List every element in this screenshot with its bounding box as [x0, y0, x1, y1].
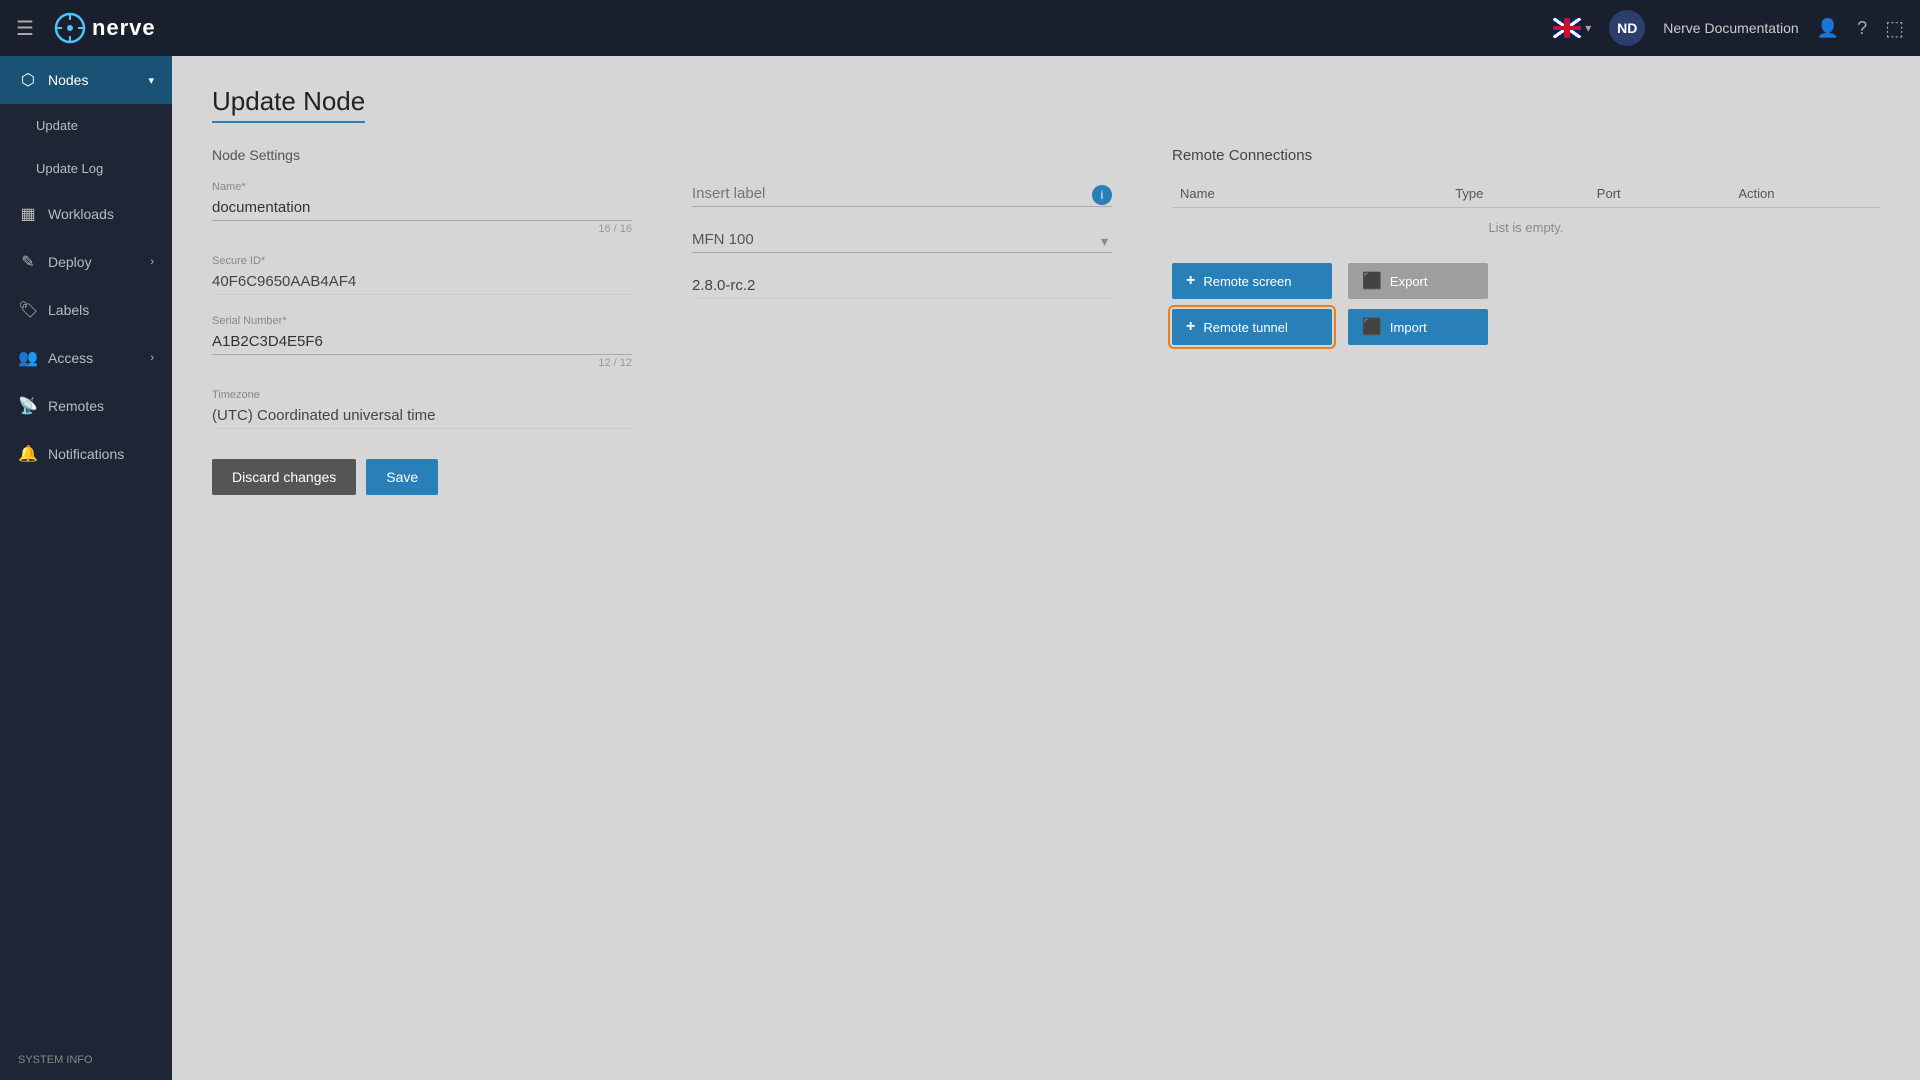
doc-link[interactable]: Nerve Documentation — [1663, 20, 1798, 36]
timezone-label: Timezone — [212, 389, 632, 401]
serial-number-input[interactable] — [212, 329, 632, 355]
timezone-field-group: Timezone (UTC) Coordinated universal tim… — [212, 389, 632, 429]
workloads-icon: ▦ — [18, 204, 38, 224]
sidebar-item-access[interactable]: 👥 Access › — [0, 334, 172, 382]
nodes-icon: ⬡ — [18, 70, 38, 90]
user-icon[interactable]: 👤 — [1817, 18, 1839, 39]
timezone-value: (UTC) Coordinated universal time — [212, 403, 632, 429]
extra-fields-panel: Node Settings i MFN 100 2.8.0-rc.2 — [692, 147, 1112, 495]
sidebar-item-update[interactable]: Update — [0, 104, 172, 147]
form-buttons: Discard changes Save — [212, 459, 632, 495]
serial-number-field-group: Serial Number* 12 / 12 — [212, 315, 632, 369]
version-field-group: 2.8.0-rc.2 — [692, 273, 1112, 299]
discard-button[interactable]: Discard changes — [212, 459, 356, 495]
rc-col-type: Type — [1455, 186, 1589, 201]
export-button[interactable]: ⬛ Export — [1348, 263, 1488, 299]
rc-table-header: Name Type Port Action — [1172, 180, 1880, 208]
sidebar-item-deploy-label: Deploy — [48, 254, 92, 270]
info-icon[interactable]: i — [1092, 185, 1112, 205]
rc-col-port: Port — [1597, 186, 1731, 201]
language-selector[interactable]: ▾ — [1553, 18, 1591, 38]
sidebar-item-workloads[interactable]: ▦ Workloads — [0, 190, 172, 238]
deploy-icon: ✎ — [18, 252, 38, 272]
version-value: 2.8.0-rc.2 — [692, 273, 1112, 299]
rc-row1: + Remote screen ⬛ Export — [1172, 263, 1880, 299]
remote-connections-heading: Remote Connections — [1172, 147, 1880, 164]
name-field-group: Name* 16 / 16 — [212, 181, 632, 235]
remote-tunnel-button[interactable]: + Remote tunnel — [1172, 309, 1332, 345]
remotes-icon: 📡 — [18, 396, 38, 416]
sidebar-item-labels-label: Labels — [48, 302, 89, 318]
content-area: Update Node Node Settings Name* 16 / 16 … — [172, 56, 1920, 1080]
sidebar-item-nodes[interactable]: ⬡ Nodes ▾ — [0, 56, 172, 104]
remote-screen-button[interactable]: + Remote screen — [1172, 263, 1332, 299]
rc-row2: + Remote tunnel ⬛ Import — [1172, 309, 1880, 345]
remote-tunnel-plus-icon: + — [1186, 318, 1195, 336]
node-settings-heading: Node Settings — [212, 147, 632, 163]
sidebar-item-update-label: Update — [36, 118, 78, 133]
export-label: Export — [1390, 274, 1428, 289]
rc-col-action: Action — [1738, 186, 1872, 201]
serial-number-label: Serial Number* — [212, 315, 632, 327]
rc-empty-text: List is empty. — [1172, 212, 1880, 243]
user-avatar[interactable]: ND — [1609, 10, 1645, 46]
model-dropdown[interactable]: MFN 100 — [692, 227, 1112, 253]
deploy-chevron-icon: › — [150, 256, 154, 268]
remote-screen-plus-icon: + — [1186, 272, 1195, 290]
help-icon[interactable]: ? — [1857, 18, 1867, 39]
import-button[interactable]: ⬛ Import — [1348, 309, 1488, 345]
access-chevron-icon: › — [150, 352, 154, 364]
name-hint: 16 / 16 — [212, 223, 632, 235]
sidebar-item-update-log-label: Update Log — [36, 161, 103, 176]
save-button[interactable]: Save — [366, 459, 438, 495]
remote-connections-panel: Remote Connections Name Type Port Action… — [1172, 147, 1880, 495]
sidebar-item-notifications[interactable]: 🔔 Notifications — [0, 430, 172, 478]
notifications-icon: 🔔 — [18, 444, 38, 464]
sidebar-item-remotes[interactable]: 📡 Remotes — [0, 382, 172, 430]
sidebar-item-update-log[interactable]: Update Log — [0, 147, 172, 190]
nodes-chevron-icon: ▾ — [148, 74, 154, 87]
nerve-logo-icon — [54, 12, 86, 44]
secure-id-label: Secure ID* — [212, 255, 632, 267]
node-settings-panel: Node Settings Name* 16 / 16 Secure ID* 4… — [212, 147, 632, 495]
secure-id-value: 40F6C9650AAB4AF4 — [212, 269, 632, 295]
remote-tunnel-label: Remote tunnel — [1203, 320, 1288, 335]
main-layout: ⬡ Nodes ▾ Update Update Log ▦ Workloads … — [0, 56, 1920, 1080]
content-grid: Node Settings Name* 16 / 16 Secure ID* 4… — [212, 147, 1880, 495]
serial-number-hint: 12 / 12 — [212, 357, 632, 369]
access-icon: 👥 — [18, 348, 38, 368]
sidebar-item-notifications-label: Notifications — [48, 446, 124, 462]
name-input[interactable] — [212, 195, 632, 221]
sidebar-item-nodes-label: Nodes — [48, 72, 88, 88]
sidebar-item-workloads-label: Workloads — [48, 206, 114, 222]
topnav: ☰ nerve ▾ ND Nerve Documentation 👤 ? — [0, 0, 1920, 56]
logo-text: nerve — [92, 15, 156, 41]
label-input[interactable] — [692, 181, 1112, 207]
label-field-group: i — [692, 181, 1112, 207]
name-label: Name* — [212, 181, 632, 193]
sidebar-item-access-label: Access — [48, 350, 93, 366]
import-label: Import — [1390, 320, 1427, 335]
labels-icon: 🏷 — [18, 300, 38, 320]
export-icon: ⬛ — [1362, 271, 1382, 291]
page-title: Update Node — [212, 86, 365, 123]
model-field-group: MFN 100 — [692, 227, 1112, 253]
sidebar-item-remotes-label: Remotes — [48, 398, 104, 414]
logo: nerve — [54, 12, 156, 44]
sidebar: ⬡ Nodes ▾ Update Update Log ▦ Workloads … — [0, 56, 172, 1080]
doc-link-text: Nerve Documentation — [1663, 20, 1798, 36]
flag-icon — [1553, 18, 1581, 38]
language-dropdown-arrow: ▾ — [1585, 21, 1591, 35]
secure-id-field-group: Secure ID* 40F6C9650AAB4AF4 — [212, 255, 632, 295]
remote-screen-label: Remote screen — [1203, 274, 1291, 289]
sidebar-item-labels[interactable]: 🏷 Labels — [0, 286, 172, 334]
system-info[interactable]: SYSTEM INFO — [0, 1040, 172, 1080]
hamburger-icon[interactable]: ☰ — [16, 16, 34, 41]
topnav-right: ▾ ND Nerve Documentation 👤 ? ⬚ — [1553, 10, 1904, 46]
logout-icon[interactable]: ⬚ — [1885, 16, 1904, 41]
import-icon: ⬛ — [1362, 317, 1382, 337]
sidebar-item-deploy[interactable]: ✎ Deploy › — [0, 238, 172, 286]
rc-col-name: Name — [1180, 186, 1447, 201]
